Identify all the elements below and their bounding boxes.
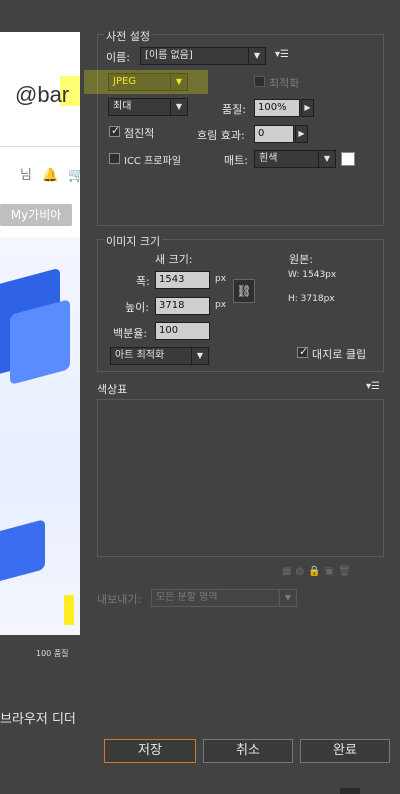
progressive-label: 점진적	[124, 127, 155, 140]
new-color-icon[interactable]: ▣	[325, 566, 338, 577]
optimize-checkbox[interactable]	[254, 76, 265, 87]
highlight-marker	[64, 595, 74, 625]
icc-profile-label: ICC 프로파일	[124, 156, 181, 167]
width-input[interactable]: 1543	[155, 271, 210, 289]
link-icon[interactable]: ⛓	[233, 279, 255, 303]
height-label: 높이:	[125, 301, 149, 314]
preview-header-icons: 님 🔔 🛒	[20, 168, 80, 183]
original-label: 원본:	[289, 253, 313, 266]
matte-select[interactable]: 흰색 ▼	[254, 150, 336, 168]
preview-search-text: @bar	[15, 82, 70, 107]
quality-level-value: 최대	[113, 101, 132, 112]
chevron-down-icon: ▼	[170, 99, 187, 115]
quality-level-select[interactable]: 최대 ▼	[108, 98, 188, 116]
save-button[interactable]: 저장	[104, 739, 196, 763]
browser-dither-label: 브라우저 디더	[0, 712, 76, 727]
chevron-down-icon: ▼	[279, 590, 296, 606]
preview-divider	[0, 146, 80, 147]
chevron-down-icon: ▼	[248, 48, 265, 64]
export-select[interactable]: 모든 분할 영역 ▼	[151, 589, 297, 607]
percent-label: 백분율:	[113, 327, 148, 340]
lock-icon[interactable]: 🔒	[308, 566, 324, 577]
trash-icon[interactable]: 🗑	[338, 566, 355, 577]
export-value: 모든 분할 영역	[156, 592, 218, 603]
optimize-label: 최적화	[269, 77, 300, 90]
matte-label: 매트:	[224, 154, 248, 167]
preset-name-select[interactable]: [이름 없음] ▼	[140, 47, 266, 65]
resample-value: 아트 최적화	[115, 350, 165, 361]
clip-to-artboard-checkbox[interactable]	[297, 345, 308, 358]
original-height: H: 3718px	[288, 294, 335, 304]
new-size-label: 새 크기:	[155, 253, 193, 266]
quality-label: 품질:	[222, 103, 246, 116]
preset-group-title: 사전 설정	[104, 28, 152, 44]
zoom-caption: 100 품질	[36, 649, 69, 658]
color-table-menu-icon[interactable]: ▾☰	[366, 381, 380, 392]
matte-color-swatch[interactable]	[341, 152, 355, 166]
color-table-tools: ▦◍🔒▣🗑	[282, 566, 382, 578]
blur-input[interactable]: 0	[254, 125, 294, 143]
preset-name-value: [이름 없음]	[145, 50, 193, 61]
height-unit: px	[215, 300, 227, 310]
preview-my-button: My가비아	[0, 204, 72, 226]
original-width: W: 1543px	[288, 270, 337, 280]
web-shift-icon[interactable]: ◍	[295, 566, 308, 577]
highlight-marker	[84, 70, 208, 94]
done-button[interactable]: 완료	[300, 739, 390, 763]
image-size-group-title: 이미지 크기	[104, 233, 163, 249]
preview-illustration	[0, 237, 80, 635]
illustration-card	[0, 518, 45, 586]
progressive-checkbox[interactable]	[109, 124, 120, 137]
quality-input[interactable]: 100%	[254, 99, 300, 117]
quality-slider-button[interactable]: ▶	[301, 99, 314, 117]
panel-menu-icon[interactable]: ▾☰	[275, 49, 289, 60]
resample-select[interactable]: 아트 최적화 ▼	[110, 347, 209, 365]
icc-profile-checkbox[interactable]	[109, 153, 120, 164]
color-table-panel	[97, 399, 384, 557]
export-label: 내보내기:	[97, 593, 142, 606]
percent-input[interactable]: 100	[155, 322, 210, 340]
width-label: 폭:	[136, 275, 150, 288]
blur-slider-button[interactable]: ▶	[295, 125, 308, 143]
map-transparency-icon[interactable]: ▦	[282, 566, 295, 577]
chevron-down-icon: ▼	[191, 348, 208, 364]
illustration-card	[10, 298, 70, 386]
chevron-down-icon: ▼	[318, 151, 335, 167]
clip-to-artboard-label: 대지로 클립	[312, 348, 367, 361]
resize-handle[interactable]	[340, 788, 360, 794]
height-input[interactable]: 3718	[155, 297, 210, 315]
blur-label: 흐림 효과:	[197, 129, 245, 142]
color-table-title: 색상표	[97, 383, 128, 396]
width-unit: px	[215, 274, 227, 284]
cancel-button[interactable]: 취소	[203, 739, 293, 763]
matte-value: 흰색	[259, 153, 278, 164]
name-label: 이름:	[106, 51, 130, 64]
preview-pane: @bar 님 🔔 🛒 My가비아	[0, 32, 80, 635]
